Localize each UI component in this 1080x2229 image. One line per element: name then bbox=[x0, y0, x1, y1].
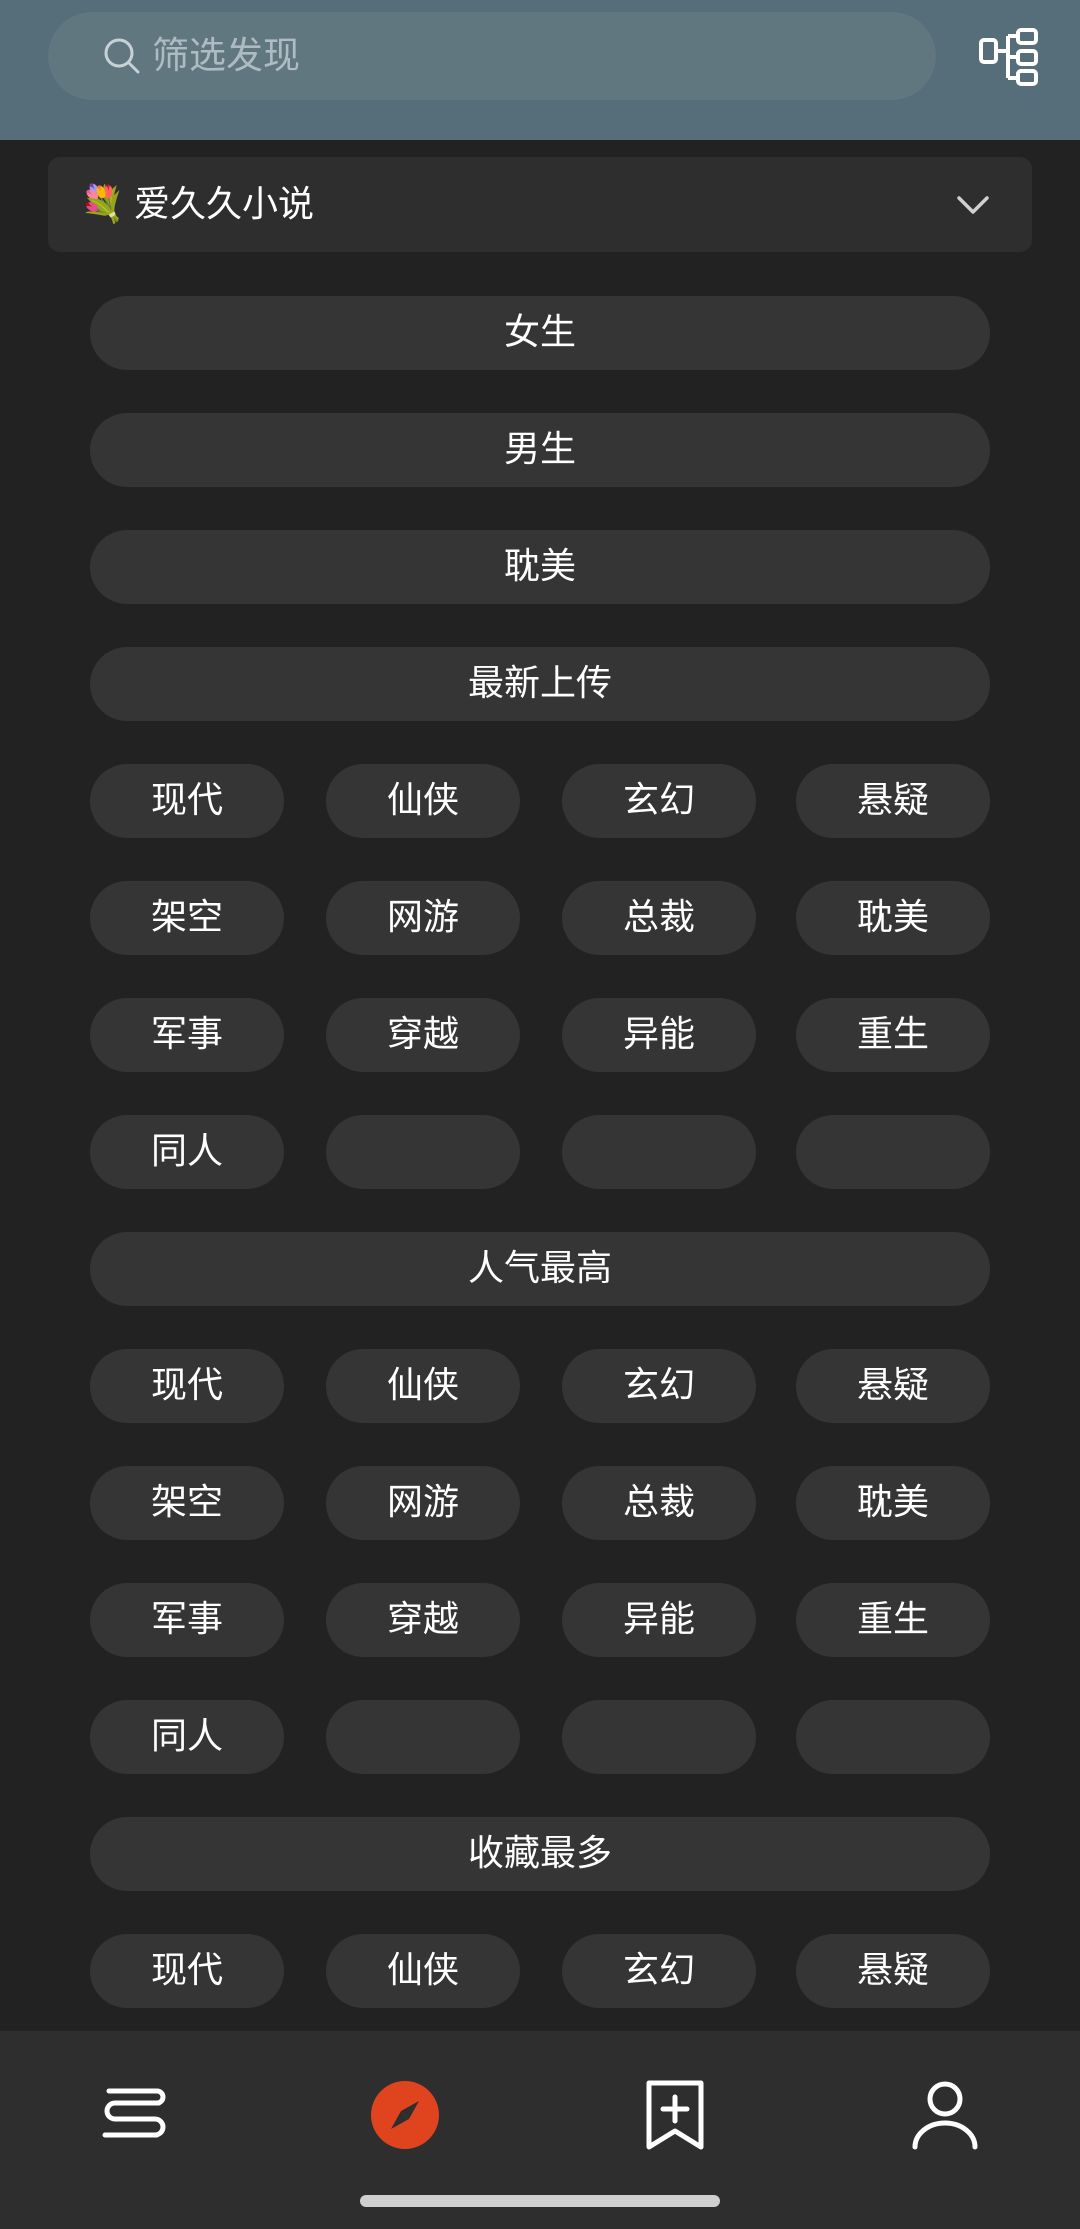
search-icon bbox=[104, 38, 140, 74]
search-input[interactable]: 筛选发现 bbox=[48, 12, 936, 100]
genre-tag[interactable]: 现代 bbox=[90, 1349, 284, 1423]
genre-tag[interactable]: 玄幻 bbox=[562, 1349, 756, 1423]
category-button[interactable]: 女生 bbox=[90, 296, 990, 370]
empty-tag bbox=[326, 1115, 520, 1189]
genre-tag[interactable]: 悬疑 bbox=[796, 1349, 990, 1423]
section-header-button[interactable]: 人气最高 bbox=[90, 1232, 990, 1306]
source-manage-icon[interactable] bbox=[978, 28, 1040, 86]
home-indicator bbox=[360, 2195, 720, 2207]
genre-tag[interactable]: 穿越 bbox=[326, 998, 520, 1072]
genre-tag[interactable]: 悬疑 bbox=[796, 764, 990, 838]
genre-tag[interactable]: 军事 bbox=[90, 1583, 284, 1657]
source-selector[interactable]: 💐 爱久久小说 bbox=[48, 157, 1032, 252]
genre-tag[interactable]: 现代 bbox=[90, 764, 284, 838]
genre-tag[interactable]: 玄幻 bbox=[562, 764, 756, 838]
genre-tag[interactable]: 异能 bbox=[562, 1583, 756, 1657]
genre-tag[interactable]: 异能 bbox=[562, 998, 756, 1072]
genre-tag[interactable]: 架空 bbox=[90, 881, 284, 955]
chevron-down-icon bbox=[957, 196, 989, 214]
header-bar: 筛选发现 bbox=[0, 0, 1080, 140]
genre-tag[interactable]: 军事 bbox=[90, 998, 284, 1072]
genre-tag[interactable]: 耽美 bbox=[796, 1466, 990, 1540]
genre-tag[interactable]: 架空 bbox=[90, 1466, 284, 1540]
genre-tag[interactable]: 现代 bbox=[90, 1934, 284, 2008]
genre-tag[interactable]: 总裁 bbox=[562, 1466, 756, 1540]
category-button[interactable]: 男生 bbox=[90, 413, 990, 487]
empty-tag bbox=[796, 1115, 990, 1189]
genre-tag[interactable]: 仙侠 bbox=[326, 1349, 520, 1423]
genre-tag[interactable]: 网游 bbox=[326, 881, 520, 955]
genre-tag[interactable]: 总裁 bbox=[562, 881, 756, 955]
genre-tag[interactable]: 同人 bbox=[90, 1115, 284, 1189]
genre-tag[interactable]: 穿越 bbox=[326, 1583, 520, 1657]
genre-tag[interactable]: 重生 bbox=[796, 998, 990, 1072]
section-header-button[interactable]: 收藏最多 bbox=[90, 1817, 990, 1891]
bouquet-icon: 💐 bbox=[80, 184, 125, 225]
search-placeholder: 筛选发现 bbox=[152, 34, 300, 77]
genre-tag[interactable]: 仙侠 bbox=[326, 764, 520, 838]
compass-icon[interactable] bbox=[365, 2075, 445, 2155]
genre-tag[interactable]: 重生 bbox=[796, 1583, 990, 1657]
genre-tag[interactable]: 耽美 bbox=[796, 881, 990, 955]
empty-tag bbox=[796, 1700, 990, 1774]
genre-tag[interactable]: 网游 bbox=[326, 1466, 520, 1540]
bookmark-add-icon[interactable] bbox=[635, 2075, 715, 2155]
bookshelf-icon[interactable] bbox=[95, 2075, 175, 2155]
genre-tag[interactable]: 玄幻 bbox=[562, 1934, 756, 2008]
person-icon[interactable] bbox=[905, 2075, 985, 2155]
source-name: 爱久久小说 bbox=[134, 184, 315, 225]
empty-tag bbox=[562, 1115, 756, 1189]
empty-tag bbox=[326, 1700, 520, 1774]
genre-tag[interactable]: 悬疑 bbox=[796, 1934, 990, 2008]
genre-tag[interactable]: 仙侠 bbox=[326, 1934, 520, 2008]
category-button[interactable]: 耽美 bbox=[90, 530, 990, 604]
genre-tag[interactable]: 同人 bbox=[90, 1700, 284, 1774]
section-header-button[interactable]: 最新上传 bbox=[90, 647, 990, 721]
empty-tag bbox=[562, 1700, 756, 1774]
